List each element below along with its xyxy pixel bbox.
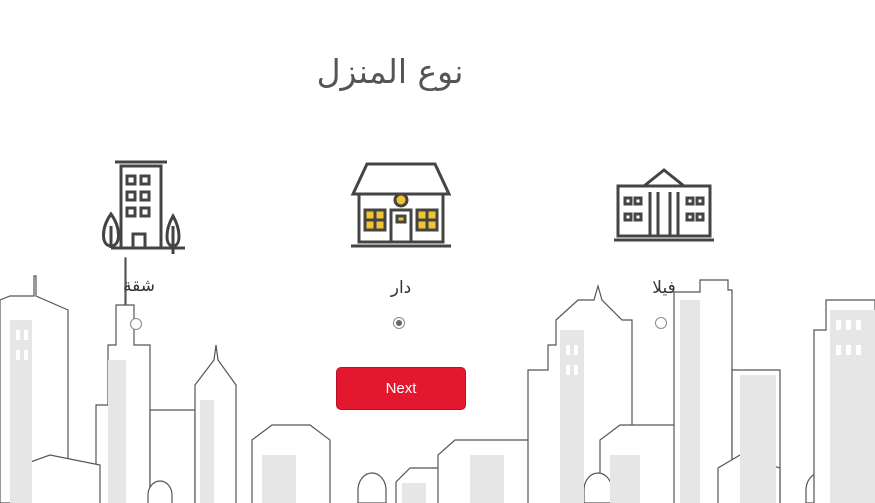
option-villa[interactable]: فيلا [594, 158, 734, 329]
house-icon [350, 162, 452, 248]
option-house-radio[interactable] [393, 317, 405, 329]
option-apartment-label: شقة [123, 276, 155, 296]
option-apartment[interactable]: شقة [69, 158, 209, 330]
option-house-label: دار [390, 278, 412, 298]
option-villa-label: فيلا [652, 278, 676, 298]
page-title: نوع المنزل [316, 52, 464, 91]
apartment-building-icon [102, 160, 185, 254]
next-button[interactable]: Next [336, 367, 466, 410]
option-apartment-radio[interactable] [130, 318, 142, 330]
option-villa-radio[interactable] [655, 317, 667, 329]
option-house[interactable]: دار [331, 158, 471, 329]
villa-icon [614, 168, 714, 242]
